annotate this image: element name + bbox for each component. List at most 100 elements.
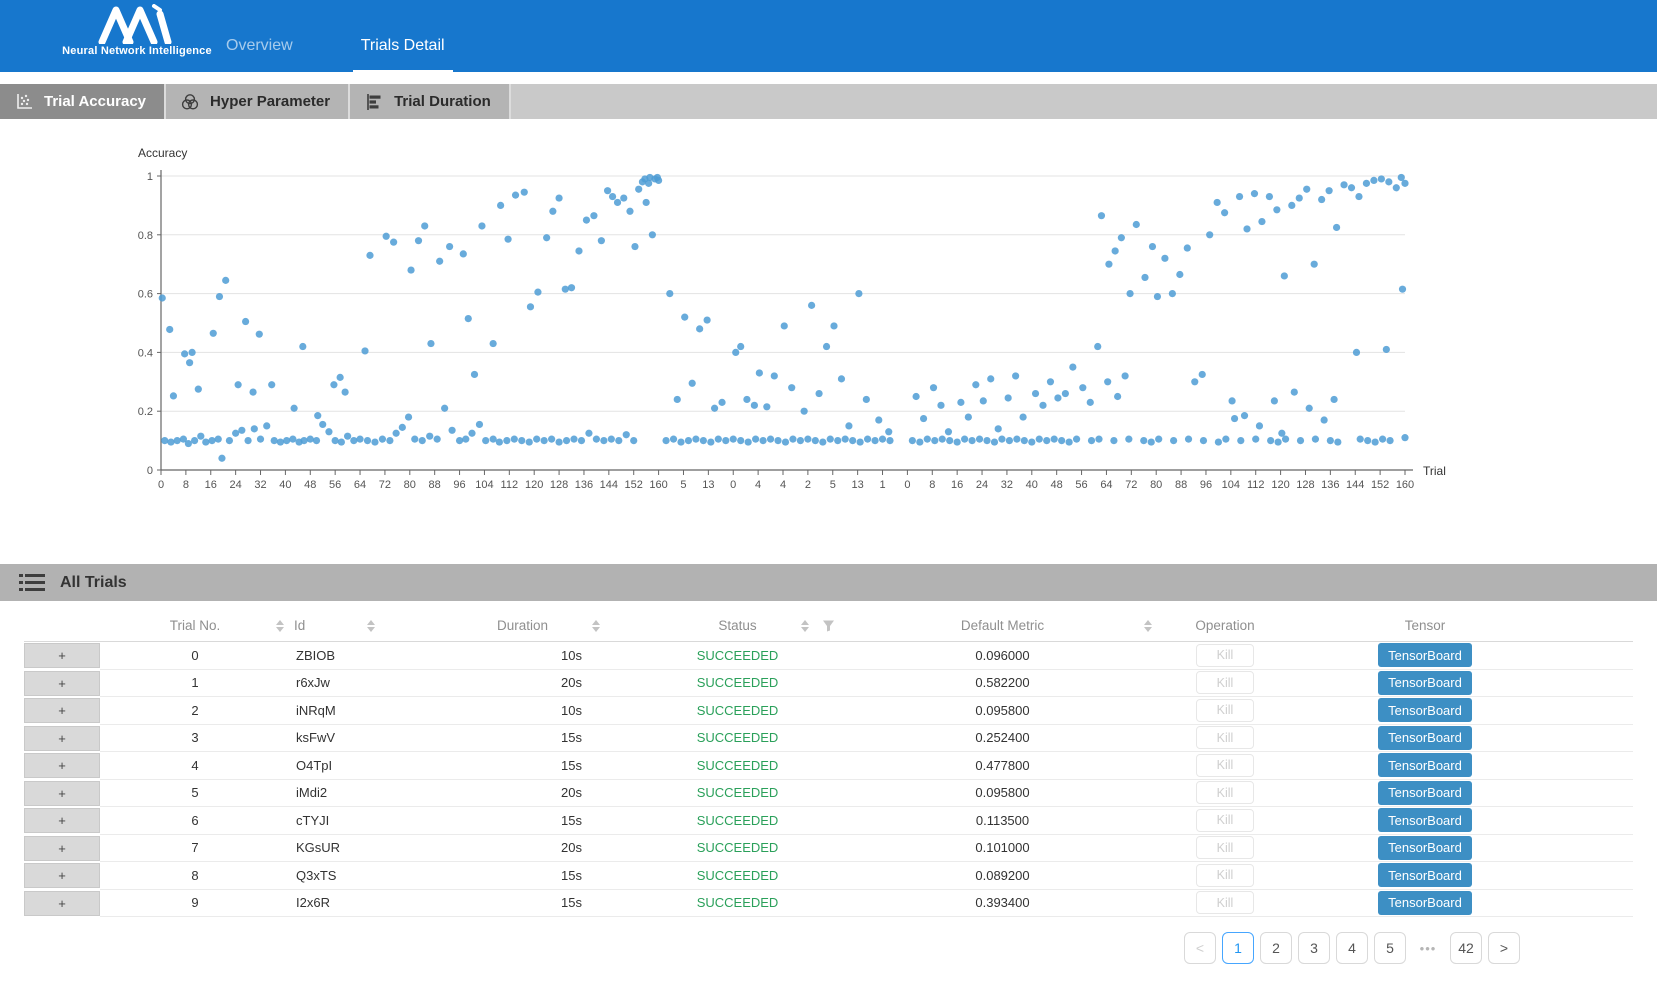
pagination-prev[interactable]: < bbox=[1184, 932, 1216, 964]
scatter-point bbox=[1231, 415, 1238, 422]
row-expander[interactable]: + bbox=[24, 698, 100, 723]
pagination-page-3[interactable]: 3 bbox=[1298, 932, 1330, 964]
tensorboard-button[interactable]: TensorBoard bbox=[1378, 726, 1472, 750]
kill-button[interactable]: Kill bbox=[1196, 754, 1254, 777]
pagination-page-2[interactable]: 2 bbox=[1260, 932, 1292, 964]
pagination-page-5[interactable]: 5 bbox=[1374, 932, 1406, 964]
svg-text:5: 5 bbox=[830, 479, 836, 491]
scatter-point bbox=[215, 436, 222, 443]
kill-button[interactable]: Kill bbox=[1196, 864, 1254, 887]
scatter-point bbox=[186, 359, 193, 366]
row-expander[interactable]: + bbox=[24, 753, 100, 778]
scatter-point bbox=[319, 421, 326, 428]
sort-icon[interactable] bbox=[276, 620, 284, 632]
scatter-point bbox=[478, 222, 485, 229]
scatter-point bbox=[1256, 422, 1263, 429]
scatter-point bbox=[913, 393, 920, 400]
scatter-point bbox=[332, 437, 339, 444]
table-row: +7KGsUR20sSUCCEEDED0.101000KillTensorBoa… bbox=[24, 835, 1633, 863]
scatter-point bbox=[568, 284, 575, 291]
row-expander[interactable]: + bbox=[24, 726, 100, 751]
row-expander[interactable]: + bbox=[24, 891, 100, 916]
scatter-point bbox=[759, 437, 766, 444]
nav-trials-detail[interactable]: Trials Detail bbox=[353, 37, 453, 72]
tensorboard-button[interactable]: TensorBoard bbox=[1378, 753, 1472, 777]
scatter-point bbox=[1311, 261, 1318, 268]
tensorboard-button[interactable]: TensorBoard bbox=[1378, 781, 1472, 805]
kill-button[interactable]: Kill bbox=[1196, 891, 1254, 914]
scatter-point bbox=[1348, 184, 1355, 191]
tensorboard-button[interactable]: TensorBoard bbox=[1378, 671, 1472, 695]
scatter-point bbox=[1062, 390, 1069, 397]
svg-text:152: 152 bbox=[625, 479, 643, 491]
kill-button[interactable]: Kill bbox=[1196, 781, 1254, 804]
svg-text:64: 64 bbox=[354, 479, 366, 491]
scatter-point bbox=[677, 438, 684, 445]
row-expander[interactable]: + bbox=[24, 643, 100, 668]
kill-button[interactable]: Kill bbox=[1196, 726, 1254, 749]
scatter-point bbox=[1094, 343, 1101, 350]
scatter-point bbox=[608, 436, 615, 443]
pagination-page-42[interactable]: 42 bbox=[1450, 932, 1482, 964]
sort-icon[interactable] bbox=[592, 620, 600, 632]
scatter-point bbox=[886, 437, 893, 444]
tensorboard-button[interactable]: TensorBoard bbox=[1378, 836, 1472, 860]
svg-text:2: 2 bbox=[805, 479, 811, 491]
scatter-point bbox=[263, 422, 270, 429]
tensorboard-button[interactable]: TensorBoard bbox=[1378, 863, 1472, 887]
tab-trial-accuracy[interactable]: Trial Accuracy bbox=[0, 84, 166, 119]
scatter-point bbox=[578, 437, 585, 444]
tensorboard-button[interactable]: TensorBoard bbox=[1378, 643, 1472, 667]
scatter-point bbox=[998, 436, 1005, 443]
scatter-point bbox=[1088, 437, 1095, 444]
pagination-page-1[interactable]: 1 bbox=[1222, 932, 1254, 964]
kill-button[interactable]: Kill bbox=[1196, 836, 1254, 859]
cell-trial-no: 3 bbox=[100, 725, 290, 753]
sort-icon[interactable] bbox=[367, 620, 375, 632]
nav-overview[interactable]: Overview bbox=[218, 37, 301, 72]
scatter-point bbox=[924, 436, 931, 443]
cell-trial-no: 7 bbox=[100, 835, 290, 863]
tensorboard-button[interactable]: TensorBoard bbox=[1378, 808, 1472, 832]
kill-button[interactable]: Kill bbox=[1196, 671, 1254, 694]
kill-button[interactable]: Kill bbox=[1196, 809, 1254, 832]
scatter-point bbox=[251, 425, 258, 432]
tab-trial-duration[interactable]: Trial Duration bbox=[350, 84, 511, 119]
scatter-point bbox=[226, 437, 233, 444]
tensorboard-button[interactable]: TensorBoard bbox=[1378, 891, 1472, 915]
venn-icon bbox=[180, 92, 200, 112]
scatter-point bbox=[670, 436, 677, 443]
scatter-point bbox=[885, 428, 892, 435]
tensorboard-button[interactable]: TensorBoard bbox=[1378, 698, 1472, 722]
svg-text:32: 32 bbox=[1001, 479, 1013, 491]
scatter-point bbox=[533, 436, 540, 443]
scatter-point bbox=[1321, 416, 1328, 423]
row-expander[interactable]: + bbox=[24, 781, 100, 806]
sort-icon[interactable] bbox=[801, 620, 809, 632]
cell-filler bbox=[1560, 862, 1633, 890]
row-expander[interactable]: + bbox=[24, 836, 100, 861]
scatter-point bbox=[1273, 206, 1280, 213]
scatter-point bbox=[575, 247, 582, 254]
row-expander[interactable]: + bbox=[24, 671, 100, 696]
row-expander[interactable]: + bbox=[24, 808, 100, 833]
scatter-point bbox=[763, 403, 770, 410]
scatter-point bbox=[271, 437, 278, 444]
scatter-point bbox=[313, 437, 320, 444]
pagination-page-4[interactable]: 4 bbox=[1336, 932, 1368, 964]
table-row: +9I2x6R15sSUCCEEDED0.393400KillTensorBoa… bbox=[24, 890, 1633, 918]
sort-icon[interactable] bbox=[1144, 620, 1152, 632]
scatter-point bbox=[1241, 412, 1248, 419]
cell-filler bbox=[1560, 780, 1633, 808]
pagination-next[interactable]: > bbox=[1488, 932, 1520, 964]
kill-button[interactable]: Kill bbox=[1196, 644, 1254, 667]
trials-table: Trial No. Id Duration Status Default Met… bbox=[24, 610, 1633, 917]
scatter-point bbox=[600, 437, 607, 444]
scatter-point bbox=[471, 371, 478, 378]
svg-text:13: 13 bbox=[702, 479, 714, 491]
row-expander[interactable]: + bbox=[24, 863, 100, 888]
filter-icon[interactable] bbox=[822, 619, 835, 632]
kill-button[interactable]: Kill bbox=[1196, 699, 1254, 722]
cell-id: KGsUR bbox=[290, 835, 415, 863]
tab-hyper-parameter[interactable]: Hyper Parameter bbox=[166, 84, 350, 119]
